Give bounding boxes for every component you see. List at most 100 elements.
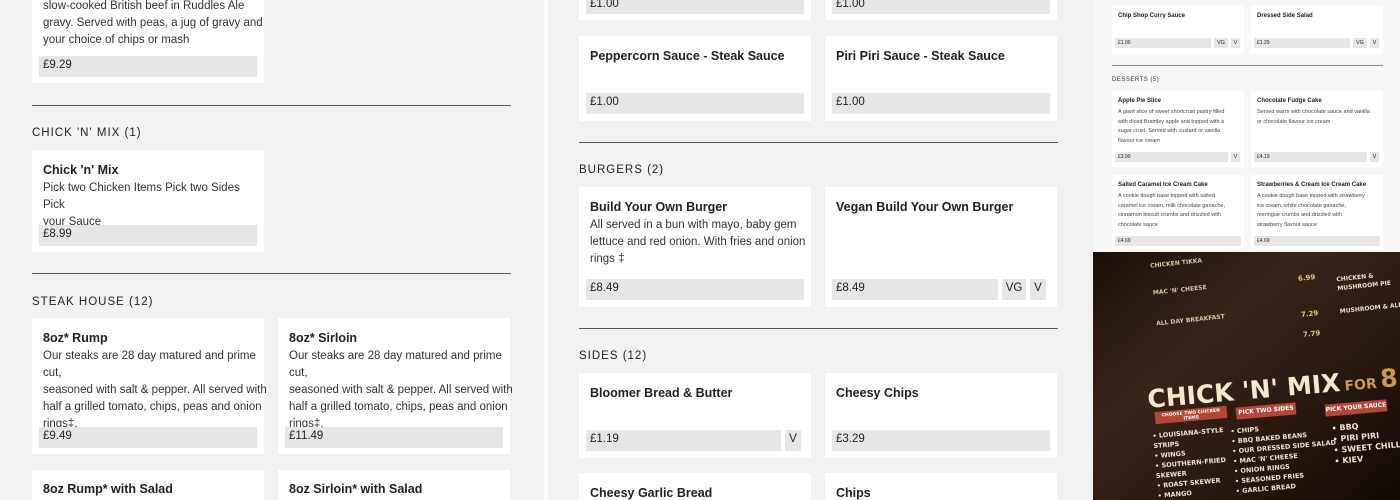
menu-item-name: Piri Piri Sauce - Steak Sauce [836, 49, 1005, 63]
section-divider [579, 142, 1058, 143]
menu-item-card-vegan-burger[interactable]: Vegan Build Your Own Burger £8.49 VG V [825, 187, 1057, 307]
vegetarian-tag: V [1231, 38, 1240, 48]
vegan-tag: VG [1353, 38, 1367, 48]
mini-item-name: Strawberries & Cream Ice Cream Cake [1257, 182, 1367, 188]
promo-board-lines: CHICKEN TIKKA MAC 'N' CHEESE ALL DAY BRE… [1150, 255, 1226, 329]
vegetarian-tag: V [1030, 279, 1046, 300]
menu-column-left: slow-cooked British beef in Ruddles Ale … [0, 0, 544, 500]
desc-line: slow-cooked British beef in Ruddles Ale [43, 0, 245, 12]
section-divider [1112, 65, 1383, 66]
mini-item-name: Dressed Side Salad [1257, 13, 1313, 19]
menu-item-name: Cheesy Garlic Bread [590, 486, 713, 500]
menu-item-card-chips[interactable]: Chips [825, 473, 1057, 500]
menu-item-card-burger[interactable]: Build Your Own Burger All served in a bu… [579, 187, 811, 307]
menu-item-card-piri-piri[interactable]: Piri Piri Sauce - Steak Sauce £1.00 [825, 36, 1057, 121]
menu-preview-panel: Chip Shop Curry Sauce £1.00 VG V Dressed… [1093, 0, 1400, 500]
desc-line: half a grilled tomato, chips, peas and o… [289, 401, 508, 413]
desc-line: chocolate sauce [1118, 221, 1158, 228]
menu-item-card-sirloin-salad[interactable]: 8oz Sirloin* with Salad [278, 470, 510, 500]
mini-item-description: A giant slice of sweet shortcrust pastry… [1118, 108, 1224, 146]
price-bar: £8.99 [39, 225, 257, 246]
price-bar: £1.00 [586, 93, 804, 114]
desc-line: lettuce and red onion. With fries and on… [590, 236, 806, 248]
desc-line: seasoned with salt & pepper. All served … [43, 384, 267, 396]
price-bar: £9.29 [39, 56, 257, 77]
vegetarian-tag: V [1231, 152, 1240, 162]
mini-item-name: Apple Pie Slice [1118, 98, 1162, 104]
desc-line: Our steaks are 28 day matured and prime … [43, 350, 256, 379]
mini-item-card-fudge-cake[interactable]: Chocolate Fudge Cake Served warm with ch… [1251, 91, 1383, 167]
menu-item-description: Pick two Chicken Items Pick two Sides Pi… [43, 180, 263, 231]
desc-line: rings ‡ [590, 253, 625, 265]
menu-item-card[interactable]: £1.00 [579, 0, 811, 20]
desc-line: Our steaks are 28 day matured and prime … [289, 350, 502, 379]
price-bar: £1.00 [832, 0, 1050, 14]
menu-item-name: 8oz* Rump [43, 331, 108, 345]
promo-board-price: 7.79 [1302, 329, 1321, 339]
mini-item-name: Chip Shop Curry Sauce [1118, 13, 1186, 19]
mini-item-description: Served warm with chocolate sauce and van… [1257, 108, 1370, 127]
menu-item-card-cheesy-garlic-bread[interactable]: Cheesy Garlic Bread [579, 473, 811, 500]
menu-item-name: Vegan Build Your Own Burger [836, 200, 1014, 214]
promo-price-text: 8.49 [1379, 359, 1400, 394]
promo-for-text: FOR [1343, 375, 1378, 395]
desc-line: Served warm with chocolate sauce and van… [1257, 109, 1370, 115]
mini-item-card-curry-sauce[interactable]: Chip Shop Curry Sauce £1.00 VG V [1112, 6, 1244, 54]
section-divider [32, 273, 511, 274]
desc-line: your choice of chips or mash [43, 34, 190, 46]
desc-line: meringue crumbs and drizzled with [1257, 212, 1342, 218]
menu-item-name: Chips [836, 486, 871, 500]
menu-item-card[interactable]: £1.00 [825, 0, 1057, 20]
menu-item-card-chick-mix[interactable]: Chick 'n' Mix Pick two Chicken Items Pic… [32, 150, 264, 252]
vegetarian-tag: V [1370, 38, 1379, 48]
desc-line: cinnamon biscuit crumbs and drizzled wit… [1118, 212, 1222, 218]
mini-item-name: Chocolate Fudge Cake [1257, 98, 1322, 104]
desc-line: or chocolate flavour ice cream [1257, 118, 1331, 125]
menu-item-name: Bloomer Bread & Butter [590, 386, 733, 400]
vegan-tag: VG [1002, 279, 1026, 300]
vegetarian-tag: V [785, 430, 801, 451]
vegetarian-tag: V [1370, 152, 1379, 162]
menu-item-name: 8oz Rump* with Salad [43, 482, 173, 496]
price-bar: £1.00 [832, 93, 1050, 114]
desc-line: seasoned with salt & pepper. All served … [289, 384, 513, 396]
menu-item-card-bloomer-bread[interactable]: Bloomer Bread & Butter £1.19 V [579, 373, 811, 458]
mini-item-card-apple-pie[interactable]: Apple Pie Slice A giant slice of sweet s… [1112, 91, 1244, 167]
menu-item-card[interactable]: slow-cooked British beef in Ruddles Ale … [32, 0, 264, 83]
menu-item-card-rump[interactable]: 8oz* Rump Our steaks are 28 day matured … [32, 318, 267, 454]
mini-item-card-salted-caramel[interactable]: Salted Caramel Ice Cream Cake A cookie d… [1112, 175, 1244, 249]
section-title-steak-house: STEAK HOUSE (12) [32, 296, 154, 308]
menu-item-description: All served in a bun with mayo, baby gem … [590, 217, 814, 268]
desc-line: with diced Bramley apple and topped with… [1118, 118, 1225, 125]
menu-item-description: slow-cooked British beef in Ruddles Ale … [43, 0, 263, 49]
menu-item-card-cheesy-chips[interactable]: Cheesy Chips £3.29 [825, 373, 1057, 458]
mini-item-description: A cookie dough base topped with strawber… [1257, 192, 1365, 230]
menu-item-card-peppercorn[interactable]: Peppercorn Sauce - Steak Sauce £1.00 [579, 36, 811, 121]
mini-price-bar: £4.69 [1115, 236, 1241, 246]
price-bar: £1.00 [586, 0, 804, 14]
price-bar: £8.49 [832, 279, 998, 300]
section-title-burgers: BURGERS (2) [579, 164, 665, 176]
promo-board-price: 7.29 [1300, 309, 1319, 319]
menu-item-card-sirloin[interactable]: 8oz* Sirloin Our steaks are 28 day matur… [278, 318, 513, 454]
section-title-chick-mix: CHICK 'N' MIX (1) [32, 127, 142, 139]
menu-item-card-rump-salad[interactable]: 8oz Rump* with Salad [32, 470, 264, 500]
desc-line: A cookie dough base topped with strawber… [1257, 193, 1365, 199]
vegan-tag: VG [1214, 38, 1228, 48]
mini-item-card-side-salad[interactable]: Dressed Side Salad £1.29 VG V [1251, 6, 1383, 54]
mini-item-card-strawberries-cream[interactable]: Strawberries & Cream Ice Cream Cake A co… [1251, 175, 1383, 249]
mini-item-name: Salted Caramel Ice Cream Cake [1118, 182, 1208, 188]
menu-item-description: Our steaks are 28 day matured and prime … [289, 348, 513, 433]
price-bar: £1.19 [586, 430, 781, 451]
desc-line: sugar crust. Served with custard or vani… [1118, 128, 1221, 134]
mini-price-bar: £4.19 [1254, 152, 1367, 162]
price-bar: £11.49 [285, 427, 503, 448]
mini-price-bar: £4.69 [1254, 236, 1380, 246]
menu-column-middle: £1.00 £1.00 Peppercorn Sauce - Steak Sau… [548, 0, 1093, 500]
menu-item-name: Cheesy Chips [836, 386, 919, 400]
menu-item-name: Peppercorn Sauce - Steak Sauce [590, 49, 785, 63]
section-divider [579, 328, 1058, 329]
desc-line: A giant slice of sweet shortcrust pastry… [1118, 109, 1225, 115]
desc-line: half a grilled tomato, chips, peas and o… [43, 401, 262, 413]
section-title-sides: SIDES (12) [579, 350, 648, 362]
